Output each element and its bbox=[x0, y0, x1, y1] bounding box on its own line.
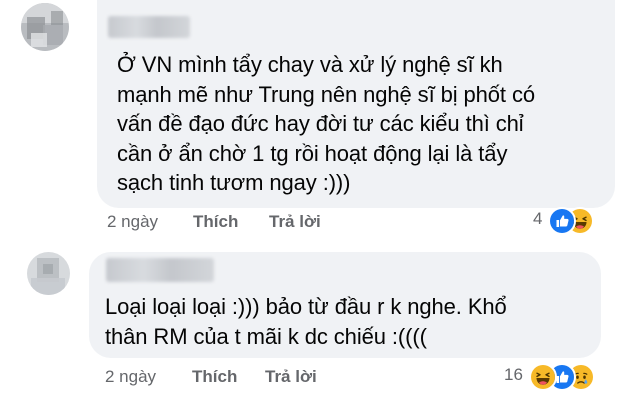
reaction-count: 4 bbox=[533, 209, 543, 228]
commenter-name-blurred[interactable] bbox=[106, 258, 214, 282]
reply-button[interactable]: Trả lời bbox=[269, 212, 321, 232]
like-button[interactable]: Thích bbox=[193, 212, 238, 232]
haha-icon bbox=[529, 363, 557, 391]
comment-text: Ở VN mình tẩy chay và xử lý nghệ sĩ kh m… bbox=[117, 52, 535, 195]
reaction-summary[interactable]: 16 bbox=[499, 363, 609, 391]
reply-button[interactable]: Trả lời bbox=[265, 367, 317, 387]
like-icon bbox=[548, 207, 576, 235]
reaction-count: 16 bbox=[504, 365, 523, 384]
like-button[interactable]: Thích bbox=[192, 367, 237, 387]
avatar[interactable] bbox=[27, 252, 70, 295]
comment-text: Loại loại loại :))) bảo từ đầu r k nghe.… bbox=[105, 294, 507, 349]
commenter-name-blurred[interactable] bbox=[108, 16, 190, 38]
reaction-summary[interactable]: 4 bbox=[528, 207, 598, 235]
avatar[interactable] bbox=[21, 3, 69, 51]
comment-timestamp[interactable]: 2 ngày bbox=[107, 212, 158, 232]
comment-timestamp[interactable]: 2 ngày bbox=[105, 367, 156, 387]
